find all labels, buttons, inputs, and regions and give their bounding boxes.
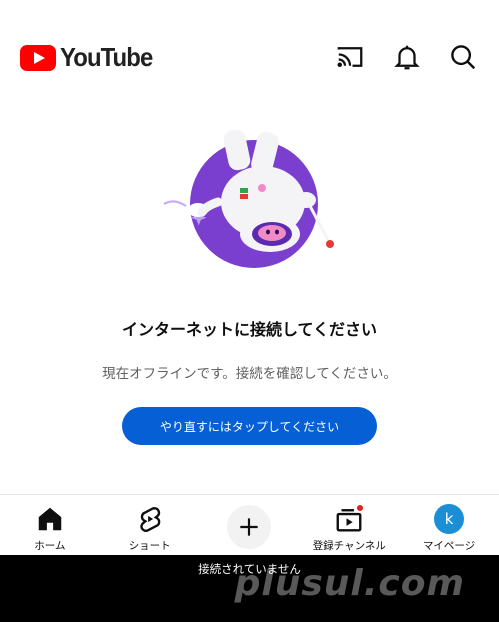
nav-item-subscriptions[interactable]: 登録チャンネル [299, 495, 399, 555]
nav-label-home: ホーム [34, 540, 66, 552]
offline-title: インターネットに接続してください [121, 320, 378, 339]
nav-item-home[interactable]: ホーム [0, 495, 100, 555]
nav-item-you[interactable]: k マイページ [399, 495, 499, 555]
youtube-play-icon [20, 44, 56, 71]
nav-label-you: マイページ [422, 540, 476, 552]
create-button[interactable] [227, 505, 272, 549]
shorts-icon [134, 503, 166, 535]
offline-message: 現在オフラインです。接続を確認してください。 [102, 366, 397, 382]
logo-text: YouTube [60, 42, 153, 72]
cast-button[interactable] [333, 40, 367, 74]
nav-label-shorts: ショート [128, 540, 171, 552]
nav-label-subscriptions: 登録チャンネル [312, 540, 386, 552]
watermark: plusul.com [234, 563, 465, 604]
home-icon [34, 503, 66, 535]
retry-button[interactable]: やり直すにはタップしてください [122, 407, 377, 445]
plus-icon [240, 518, 259, 536]
nav-item-create[interactable] [200, 495, 300, 555]
subscriptions-icon [333, 503, 366, 535]
avatar-wrapper: k [433, 503, 465, 535]
bottom-navigation: ホーム ショート 登録チャンネル k マイページ [0, 494, 499, 555]
cast-icon [337, 47, 363, 68]
astronaut-illustration [163, 129, 334, 268]
youtube-logo[interactable]: YouTube [20, 42, 160, 73]
search-button[interactable] [446, 40, 480, 74]
nav-item-shorts[interactable]: ショート [100, 495, 200, 555]
bell-icon [394, 45, 420, 70]
avatar: k [434, 504, 465, 534]
offline-empty-state: インターネットに接続してください 現在オフラインです。接続を確認してください。 … [0, 112, 499, 494]
notifications-button[interactable] [390, 40, 424, 74]
app-header: YouTube [0, 0, 499, 112]
search-icon [451, 45, 476, 70]
offline-status-bar: 接続されていません plusul.com [0, 555, 499, 622]
